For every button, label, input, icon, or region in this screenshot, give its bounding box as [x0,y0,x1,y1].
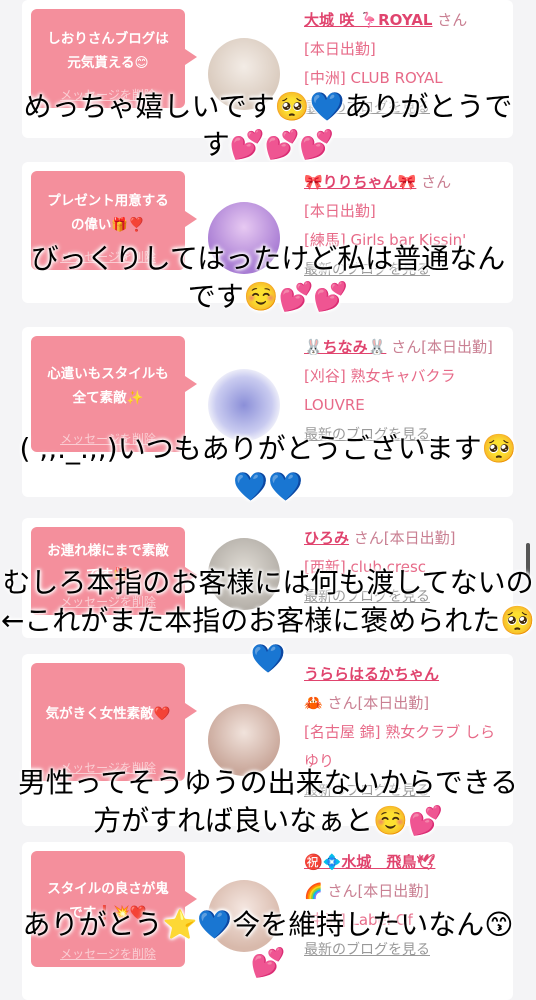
cast-name-link[interactable]: 🎀りりちゃん🎀 [304,173,416,191]
overlay-caption: むしろ本指のお客様には何も渡してないの←これがまた本指のお客様に褒められた🥺💙 [0,566,536,675]
cast-name-link[interactable]: 🐰ちなみ🐰 [304,338,386,356]
overlay-caption: 男性ってそうゆうの出来ないからできる方がすれば良いなぁと☺️💕 [17,766,519,837]
message-text: 心遣いもスタイルも全て素敵✨ [47,366,169,406]
shop-name: [刈谷] 熟女キャバクラ LOUVRE [304,367,456,414]
message-text: プレゼント用意するの偉い🎁❣️ [47,192,169,233]
overlay-caption: めっちゃ嬉しいです🥺💙ありがとうです💕💕💕 [23,90,513,161]
honorific: さん[本日出勤] [353,529,456,547]
honorific: さん [421,173,452,191]
shop-name: [中洲] CLUB ROYAL [304,69,443,87]
honorific: 🦀 さん[本日出勤] [304,694,430,712]
overlay-caption: ありがとう⭐️💙今を維持したいなん😙💕 [22,908,514,979]
cast-name-link[interactable]: ㊗️💠水城 飛鳥🕊 [304,853,435,871]
overlay-caption: ( ,,._.,,)いつもありがとうございます🥺💙💙 [19,432,517,503]
shop-name: [名古屋 錦] 熟女クラブ しらゆり [304,723,496,770]
cast-name-link[interactable]: 大城 咲 🦩ROYAL [304,11,432,29]
honorific: 🌈 さん[本日出勤] [304,882,430,900]
work-status: [本日出勤] [304,202,376,220]
message-text: 気がきく女性素敵❤️ [45,706,171,722]
honorific: さん [437,11,468,29]
overlay-caption: びっくりしてはったけど私は普通なんです☺️💕💕 [30,242,506,313]
honorific: さん[本日出勤] [391,338,493,356]
cast-name-link[interactable]: ひろみ [304,529,349,547]
work-status: [本日出勤] [304,40,376,58]
message-text: しおりさんブログは元気貰える😊 [47,30,169,71]
